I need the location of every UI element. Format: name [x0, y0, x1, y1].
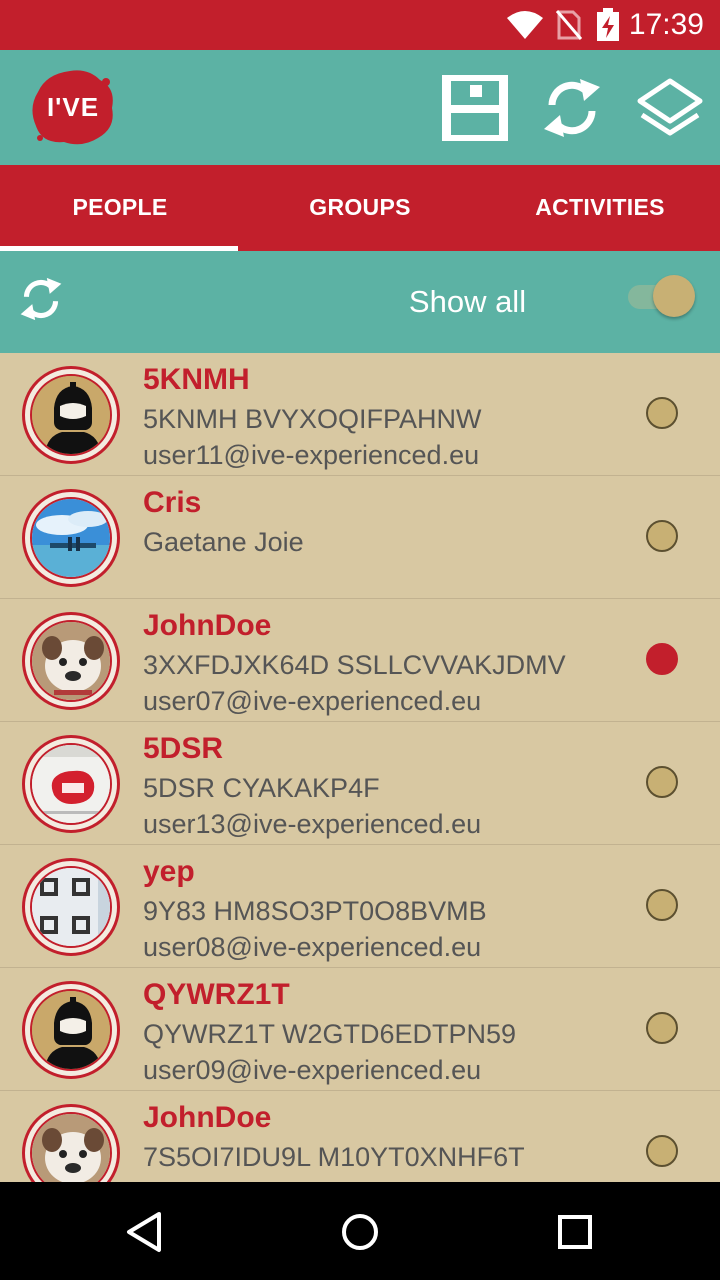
sync-icon: [544, 79, 600, 137]
avatar: [22, 489, 120, 587]
list-item[interactable]: QYWRZ1T QYWRZ1T W2GTD6EDTPN59 user09@ive…: [0, 968, 720, 1091]
list-item[interactable]: 5DSR 5DSR CYAKAKP4F user13@ive-experienc…: [0, 722, 720, 845]
select-radio[interactable]: [646, 397, 678, 429]
person-email: user07@ive-experienced.eu: [143, 686, 482, 716]
people-list: 5KNMH 5KNMH BVYXOQIFPAHNW user11@ive-exp…: [0, 353, 720, 1182]
list-item[interactable]: JohnDoe 7S5OI7IDU9L M10YT0XNHF6T: [0, 1091, 720, 1182]
sync-button[interactable]: [538, 75, 606, 141]
person-email: user13@ive-experienced.eu: [143, 809, 482, 839]
person-name: JohnDoe: [143, 1101, 272, 1134]
show-all-label: Show all: [408, 284, 527, 319]
app-logo: I'VE: [30, 68, 116, 146]
person-email: user11@ive-experienced.eu: [143, 440, 480, 470]
knight-avatar-icon: [32, 376, 110, 454]
person-email: user09@ive-experienced.eu: [143, 1055, 482, 1085]
avatar: [22, 858, 120, 956]
tab-people[interactable]: PEOPLE: [0, 165, 240, 251]
person-name: Cris: [143, 486, 202, 519]
list-item[interactable]: JohnDoe 3XXFDJXK64D SSLLCVVAKJDMV user07…: [0, 599, 720, 722]
person-name: 5DSR: [143, 732, 224, 765]
ive-card-avatar-icon: [32, 745, 110, 823]
avatar: [22, 366, 120, 464]
filter-bar: Show all: [0, 251, 720, 353]
save-icon: [442, 75, 508, 141]
person-name: yep: [143, 855, 195, 888]
back-icon: [127, 1212, 161, 1252]
person-code: 5KNMH BVYXOQIFPAHNW: [143, 404, 482, 434]
logo-text: I'VE: [46, 91, 100, 122]
tab-activities[interactable]: ACTIVITIES: [480, 165, 720, 251]
home-icon: [342, 1214, 378, 1250]
list-item[interactable]: yep 9Y83 HM8SO3PT0O8BVMB user08@ive-expe…: [0, 845, 720, 968]
select-radio[interactable]: [646, 889, 678, 921]
person-code: QYWRZ1T W2GTD6EDTPN59: [143, 1019, 517, 1049]
select-radio[interactable]: [646, 766, 678, 798]
avatar: [22, 612, 120, 710]
list-item[interactable]: Cris Gaetane Joie: [0, 476, 720, 599]
no-sim-icon: [556, 10, 582, 40]
pier-avatar-icon: [32, 499, 110, 577]
recents-icon: [558, 1215, 592, 1249]
home-button[interactable]: [330, 1202, 390, 1262]
knight-avatar-icon: [32, 991, 110, 1069]
select-radio[interactable]: [646, 1135, 678, 1167]
list-item[interactable]: 5KNMH 5KNMH BVYXOQIFPAHNW user11@ive-exp…: [0, 353, 720, 476]
layers-icon: [637, 78, 703, 136]
avatar: [22, 1104, 120, 1182]
recents-button[interactable]: [545, 1202, 605, 1262]
person-email: user08@ive-experienced.eu: [143, 932, 482, 962]
wifi-icon: [507, 11, 543, 39]
show-all-toggle[interactable]: [626, 275, 698, 319]
tab-bar: PEOPLE GROUPS ACTIVITIES: [0, 165, 720, 251]
person-code: Gaetane Joie: [143, 527, 304, 557]
clock: 17:39: [628, 8, 704, 41]
avatar: [22, 981, 120, 1079]
person-code: 3XXFDJXK64D SSLLCVVAKJDMV: [143, 650, 566, 680]
person-name: JohnDoe: [143, 609, 272, 642]
person-code: 5DSR CYAKAKP4F: [143, 773, 380, 803]
person-name: 5KNMH: [143, 363, 250, 396]
battery-charging-icon: [597, 8, 619, 41]
person-name: QYWRZ1T: [143, 978, 290, 1011]
person-code: 7S5OI7IDU9L M10YT0XNHF6T: [143, 1142, 525, 1172]
toggle-thumb: [653, 275, 695, 317]
app-bar: I'VE: [0, 50, 720, 165]
select-radio[interactable]: [646, 1012, 678, 1044]
status-bar: 17:39: [0, 0, 720, 50]
layers-button[interactable]: [634, 75, 706, 141]
save-button[interactable]: [442, 75, 508, 141]
tab-groups[interactable]: GROUPS: [240, 165, 480, 251]
select-radio[interactable]: [646, 520, 678, 552]
qr-avatar-icon: [32, 868, 110, 946]
system-nav-bar: [0, 1182, 720, 1280]
avatar: [22, 735, 120, 833]
dog-avatar-icon: [32, 622, 110, 700]
person-code: 9Y83 HM8SO3PT0O8BVMB: [143, 896, 487, 926]
back-button[interactable]: [115, 1202, 175, 1262]
select-radio[interactable]: [646, 643, 678, 675]
dog-avatar-icon: [32, 1114, 110, 1182]
